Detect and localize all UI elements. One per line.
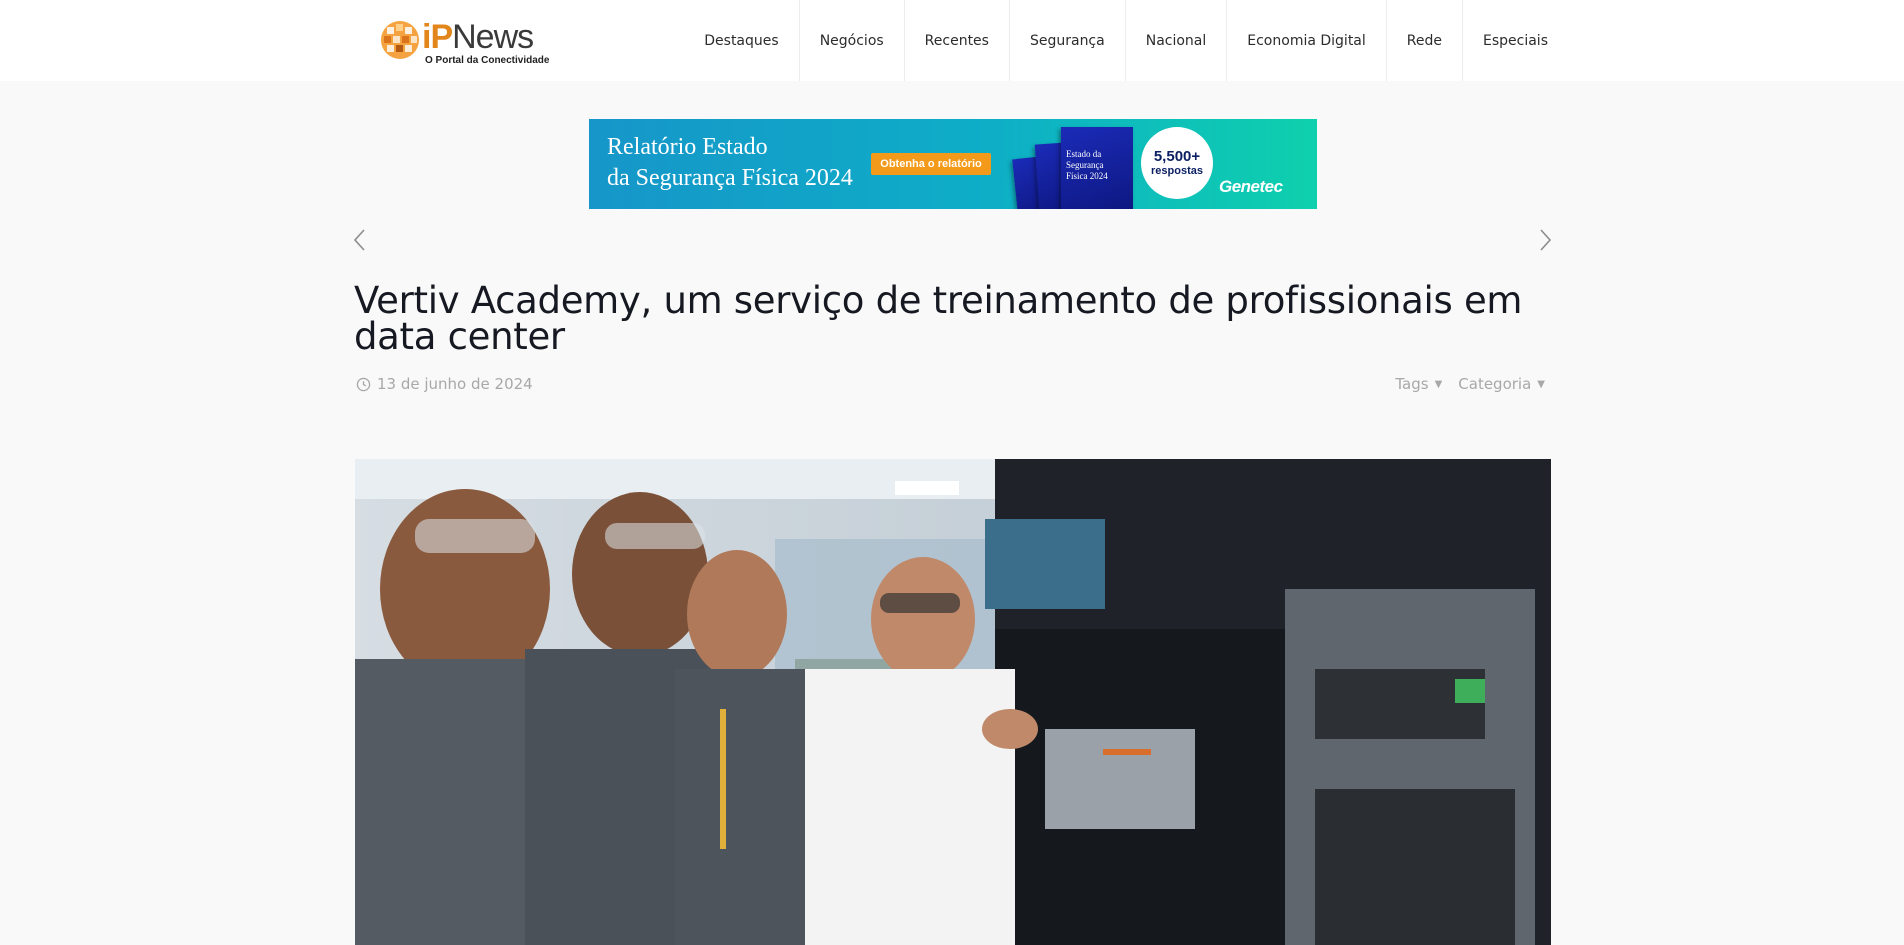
genetec-logo: Genetec bbox=[1219, 177, 1283, 196]
tags-dropdown[interactable]: Tags ▼ bbox=[1395, 375, 1442, 393]
featured-image bbox=[355, 459, 1551, 945]
site-logo[interactable]: iPNews O Portal da Conectividade bbox=[378, 16, 553, 68]
report-book-front: Estado da Segurança Física 2024 bbox=[1061, 127, 1133, 209]
post-meta-dropdowns: Tags ▼ Categoria ▼ bbox=[1395, 375, 1545, 393]
clock-icon bbox=[356, 377, 371, 391]
post-title: Vertiv Academy, um serviço de treinament… bbox=[354, 279, 1523, 358]
ad-banner[interactable]: Relatório Estado da Segurança Física 202… bbox=[589, 119, 1317, 209]
badge-label: respostas bbox=[1151, 165, 1203, 177]
tags-dropdown-label: Tags bbox=[1395, 375, 1429, 393]
previous-post-button[interactable] bbox=[349, 226, 371, 254]
post-date-text: 13 de junho de 2024 bbox=[377, 375, 533, 393]
nav-item-negocios[interactable]: Negócios bbox=[800, 0, 905, 81]
main-nav: Destaques Negócios Recentes Segurança Na… bbox=[684, 0, 1548, 81]
report-book-title: Estado da Segurança Física 2024 bbox=[1066, 149, 1108, 181]
badge-number: 5,500+ bbox=[1153, 148, 1201, 165]
training-photo bbox=[355, 459, 1551, 945]
nav-item-nacional[interactable]: Nacional bbox=[1126, 0, 1228, 81]
nav-item-destaques[interactable]: Destaques bbox=[684, 0, 800, 81]
caret-down-icon: ▼ bbox=[1434, 378, 1443, 390]
responses-badge: 5,500+ respostas bbox=[1141, 127, 1213, 199]
logo-wordmark: iPNews bbox=[422, 18, 534, 56]
category-dropdown[interactable]: Categoria ▼ bbox=[1458, 375, 1545, 393]
report-cover-image: Estado da Segurança Física 2024 bbox=[1009, 127, 1159, 209]
site-header: iPNews O Portal da Conectividade Destaqu… bbox=[0, 0, 1904, 81]
post-date: 13 de junho de 2024 bbox=[356, 375, 533, 393]
nav-item-recentes[interactable]: Recentes bbox=[905, 0, 1010, 81]
nav-item-especiais[interactable]: Especiais bbox=[1463, 0, 1548, 81]
chevron-right-icon bbox=[1540, 229, 1552, 251]
caret-down-icon: ▼ bbox=[1537, 378, 1545, 390]
banner-headline: Relatório Estado da Segurança Física 202… bbox=[607, 132, 853, 194]
next-post-button[interactable] bbox=[1534, 226, 1556, 254]
logo-tagline: O Portal da Conectividade bbox=[425, 55, 550, 66]
nav-item-seguranca[interactable]: Segurança bbox=[1010, 0, 1126, 81]
category-dropdown-label: Categoria bbox=[1458, 375, 1532, 393]
nav-item-economia-digital[interactable]: Economia Digital bbox=[1227, 0, 1387, 81]
banner-headline-line1: Relatório Estado bbox=[607, 134, 768, 160]
nav-item-rede[interactable]: Rede bbox=[1387, 0, 1463, 81]
globe-logo-icon bbox=[381, 21, 419, 59]
banner-cta-button[interactable]: Obtenha o relatório bbox=[871, 153, 991, 175]
banner-headline-line2: da Segurança Física 2024 bbox=[607, 165, 853, 191]
chevron-left-icon bbox=[353, 229, 365, 251]
